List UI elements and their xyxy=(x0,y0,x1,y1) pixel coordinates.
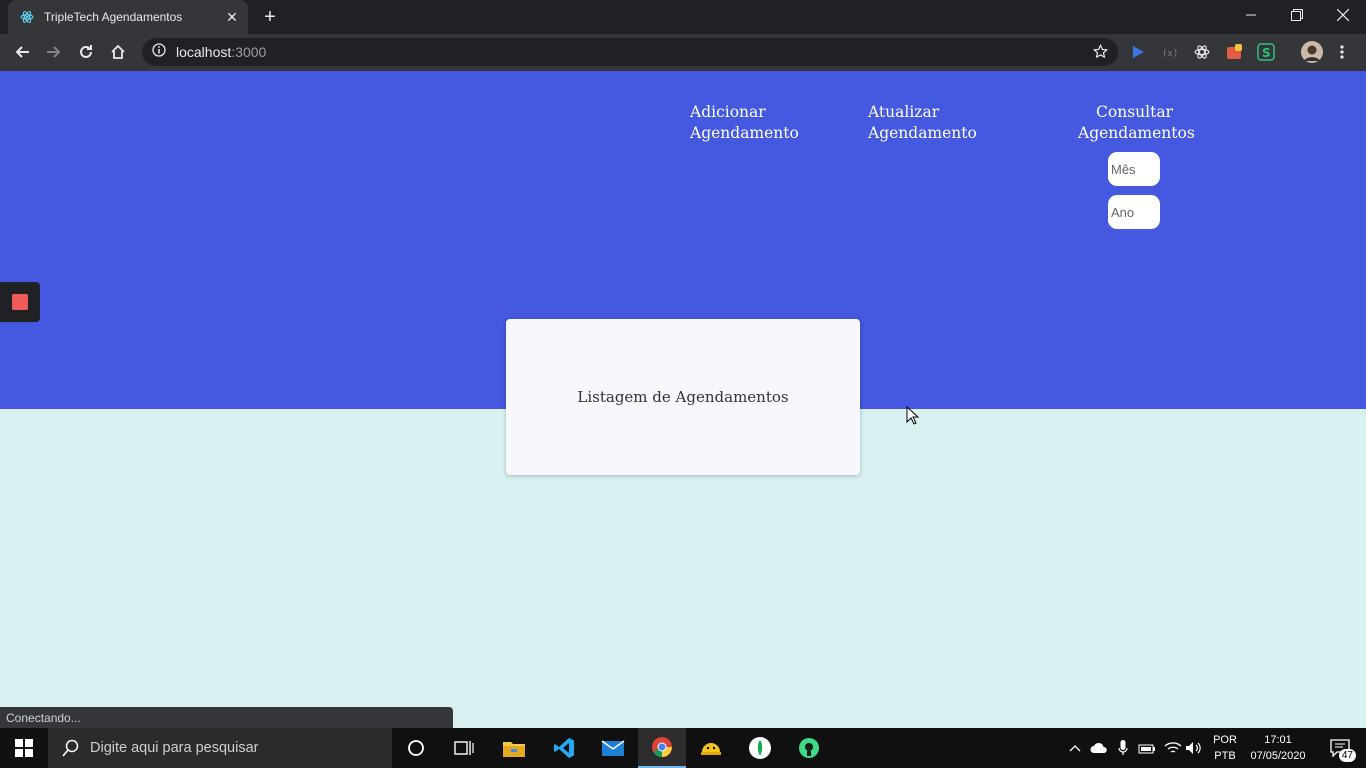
nav-update-line2: Agendamento xyxy=(868,124,977,142)
tab-close-icon[interactable]: ✕ xyxy=(222,7,242,27)
nav-update-appointment[interactable]: Atualizar Agendamento xyxy=(868,102,977,144)
windows-taskbar: Digite aqui para pesquisar POR PTB 17:01… xyxy=(0,728,1366,768)
taskbar-clock[interactable]: 17:01 07/05/2020 xyxy=(1246,732,1310,764)
svg-text:(x): (x) xyxy=(1162,49,1178,58)
profile-avatar[interactable] xyxy=(1300,40,1324,64)
green-app-icon[interactable] xyxy=(785,728,833,768)
home-button[interactable] xyxy=(105,39,131,65)
start-button[interactable] xyxy=(0,728,48,768)
tab-title: TripleTech Agendamentos xyxy=(44,10,183,24)
chrome-menu-icon[interactable] xyxy=(1334,42,1350,62)
url-port: :3000 xyxy=(231,44,267,60)
taskbar-search[interactable]: Digite aqui para pesquisar xyxy=(48,728,392,768)
browser-toolbar: localhost:3000 (x) S xyxy=(0,34,1366,71)
month-input[interactable] xyxy=(1108,152,1160,186)
nav-update-line1: Atualizar xyxy=(868,103,940,121)
back-button[interactable] xyxy=(9,39,35,65)
onedrive-cloud-icon[interactable] xyxy=(1088,728,1110,768)
info-icon[interactable] xyxy=(152,42,166,62)
lang-line1: POR xyxy=(1213,734,1237,746)
close-window-button[interactable] xyxy=(1320,0,1366,30)
side-recording-badge[interactable] xyxy=(0,282,40,322)
stop-square-icon xyxy=(12,294,28,310)
home-icon xyxy=(111,44,125,59)
mail-icon[interactable] xyxy=(589,728,637,768)
year-input[interactable] xyxy=(1108,195,1160,229)
mouse-cursor-icon xyxy=(906,406,920,425)
extension-red-icon[interactable] xyxy=(1224,42,1244,62)
task-view-icon[interactable] xyxy=(440,728,488,768)
arrow-left-icon xyxy=(15,46,29,58)
minimize-button[interactable] xyxy=(1228,0,1274,30)
appointments-list-card: Listagem de Agendamentos xyxy=(506,319,860,475)
nav-query-line1: Consultar xyxy=(1096,103,1173,121)
cortana-icon[interactable] xyxy=(392,728,440,768)
lang-line2: PTB xyxy=(1214,750,1236,762)
search-icon xyxy=(62,739,79,757)
nav-add-line2: Agendamento xyxy=(690,124,799,142)
clock-time: 17:01 xyxy=(1264,734,1292,746)
reload-button[interactable] xyxy=(73,39,99,65)
microphone-icon[interactable] xyxy=(1114,728,1132,768)
mongodb-compass-icon[interactable] xyxy=(736,728,784,768)
helmet-app-icon[interactable] xyxy=(687,728,735,768)
file-explorer-icon[interactable] xyxy=(490,728,538,768)
windows-logo-icon xyxy=(15,739,33,757)
address-bar[interactable]: localhost:3000 xyxy=(142,38,1118,66)
arrow-right-icon xyxy=(47,46,61,58)
search-placeholder: Digite aqui para pesquisar xyxy=(90,740,259,756)
input-language[interactable]: POR PTB xyxy=(1206,732,1244,764)
extension-play-icon[interactable] xyxy=(1128,42,1148,62)
url-host: localhost xyxy=(176,44,232,60)
browser-tab-strip: TripleTech Agendamentos ✕ + xyxy=(0,0,1366,34)
wifi-icon[interactable] xyxy=(1162,728,1184,768)
forward-button[interactable] xyxy=(41,39,67,65)
action-center-button[interactable]: 47 xyxy=(1318,728,1362,768)
clock-date: 07/05/2020 xyxy=(1250,750,1306,762)
card-title: Listagem de Agendamentos xyxy=(577,388,789,406)
extension-ext-icon[interactable]: (x) xyxy=(1160,42,1180,62)
extension-react-icon[interactable] xyxy=(1192,42,1212,62)
restore-button[interactable] xyxy=(1274,0,1320,30)
nav-add-line1: Adicionar xyxy=(690,103,766,121)
new-tab-button[interactable]: + xyxy=(258,5,282,29)
chrome-taskbar-icon[interactable] xyxy=(638,728,686,768)
nav-add-appointment[interactable]: Adicionar Agendamento xyxy=(690,102,799,144)
browser-tab[interactable]: TripleTech Agendamentos ✕ xyxy=(8,0,248,34)
battery-icon[interactable] xyxy=(1136,728,1158,768)
bookmark-star-icon[interactable] xyxy=(1092,43,1109,64)
extension-s-icon[interactable]: S xyxy=(1256,42,1276,62)
notification-count-badge: 47 xyxy=(1338,749,1356,762)
nav-query-appointments[interactable]: Consultar Agendamentos xyxy=(1078,102,1195,144)
tray-chevron-up-icon[interactable] xyxy=(1066,728,1084,768)
reload-icon xyxy=(80,45,92,58)
status-bubble: Conectando... xyxy=(0,707,453,728)
svg-text:S: S xyxy=(1262,46,1271,60)
page-viewport: Adicionar Agendamento Atualizar Agendame… xyxy=(0,71,1366,728)
react-favicon-icon xyxy=(20,10,34,24)
nav-query-line2: Agendamentos xyxy=(1078,124,1195,142)
volume-icon[interactable] xyxy=(1184,728,1204,768)
vscode-icon[interactable] xyxy=(540,728,588,768)
